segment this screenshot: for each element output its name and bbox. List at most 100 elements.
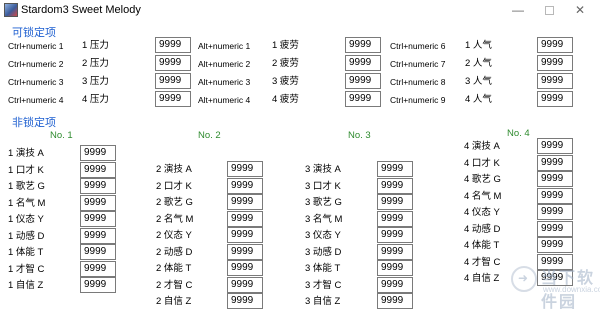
stat-label: 4 仪态 Y xyxy=(464,207,500,218)
minimize-button[interactable]: — xyxy=(503,0,533,20)
pressure-3-input[interactable]: 9999 xyxy=(155,73,191,89)
field-label: 1 疲劳 xyxy=(272,40,299,51)
char3-dynamism-input[interactable]: 9999 xyxy=(377,244,413,260)
stat-label: 3 演技 A xyxy=(305,164,341,175)
char2-talent-input[interactable]: 9999 xyxy=(227,277,263,293)
popularity-3-input[interactable]: 9999 xyxy=(537,73,573,89)
stat-label: 3 自信 Z xyxy=(305,296,341,307)
hotkey-label: Ctrl+numeric 7 xyxy=(390,59,446,69)
fatigue-2-input[interactable]: 9999 xyxy=(345,55,381,71)
popularity-2-input[interactable]: 9999 xyxy=(537,55,573,71)
stat-label: 1 演技 A xyxy=(8,148,44,159)
locked-section-title: 可锁定项 xyxy=(12,27,56,39)
char2-dynamism-input[interactable]: 9999 xyxy=(227,244,263,260)
field-label: 2 压力 xyxy=(82,58,109,69)
char2-acting-input[interactable]: 9999 xyxy=(227,161,263,177)
maximize-icon xyxy=(544,6,554,16)
stat-label: 4 口才 K xyxy=(464,158,500,169)
field-label: 1 人气 xyxy=(465,40,492,51)
char4-stamina-input[interactable]: 9999 xyxy=(537,237,573,253)
char3-fame-input[interactable]: 9999 xyxy=(377,211,413,227)
char3-manner-input[interactable]: 9999 xyxy=(377,227,413,243)
window-title: Stardom3 Sweet Melody xyxy=(21,4,141,16)
column-header: No. 1 xyxy=(50,130,73,141)
stat-label: 3 口才 K xyxy=(305,181,341,192)
fatigue-3-input[interactable]: 9999 xyxy=(345,73,381,89)
column-header: No. 4 xyxy=(507,128,530,139)
char3-acting-input[interactable]: 9999 xyxy=(377,161,413,177)
watermark-url: www.downxia.com xyxy=(543,285,600,294)
stat-label: 1 动感 D xyxy=(8,231,45,242)
hotkey-label: Ctrl+numeric 6 xyxy=(390,41,446,51)
fatigue-4-input[interactable]: 9999 xyxy=(345,91,381,107)
field-label: 3 人气 xyxy=(465,76,492,87)
stat-label: 3 仪态 Y xyxy=(305,230,341,241)
stat-label: 2 才智 C xyxy=(156,280,193,291)
stat-label: 2 仪态 Y xyxy=(156,230,192,241)
stat-label: 4 动感 D xyxy=(464,224,501,235)
char4-singing-input[interactable]: 9999 xyxy=(537,171,573,187)
maximize-button[interactable] xyxy=(534,0,564,20)
char1-singing-input[interactable]: 9999 xyxy=(80,178,116,194)
char2-stamina-input[interactable]: 9999 xyxy=(227,260,263,276)
stat-label: 3 动感 D xyxy=(305,247,342,258)
char3-talent-input[interactable]: 9999 xyxy=(377,277,413,293)
stat-label: 2 体能 T xyxy=(156,263,192,274)
char1-manner-input[interactable]: 9999 xyxy=(80,211,116,227)
popularity-1-input[interactable]: 9999 xyxy=(537,37,573,53)
stat-label: 2 口才 K xyxy=(156,181,192,192)
stat-label: 2 动感 D xyxy=(156,247,193,258)
char1-talent-input[interactable]: 9999 xyxy=(80,261,116,277)
char2-manner-input[interactable]: 9999 xyxy=(227,227,263,243)
hotkey-label: Ctrl+numeric 8 xyxy=(390,77,446,87)
char1-dynamism-input[interactable]: 9999 xyxy=(80,228,116,244)
field-label: 3 疲劳 xyxy=(272,76,299,87)
char3-singing-input[interactable]: 9999 xyxy=(377,194,413,210)
app-icon xyxy=(4,3,18,17)
stat-label: 4 自信 Z xyxy=(464,273,500,284)
popularity-4-input[interactable]: 9999 xyxy=(537,91,573,107)
hotkey-label: Alt+numeric 4 xyxy=(198,95,251,105)
hotkey-label: Alt+numeric 3 xyxy=(198,77,251,87)
pressure-2-input[interactable]: 9999 xyxy=(155,55,191,71)
hotkey-label: Ctrl+numeric 1 xyxy=(8,41,64,51)
stat-label: 4 演技 A xyxy=(464,141,500,152)
stat-label: 3 才智 C xyxy=(305,280,342,291)
stat-label: 1 自信 Z xyxy=(8,280,44,291)
char2-eloquence-input[interactable]: 9999 xyxy=(227,178,263,194)
hotkey-label: Ctrl+numeric 3 xyxy=(8,77,64,87)
char1-acting-input[interactable]: 9999 xyxy=(80,145,116,161)
stat-label: 1 歌艺 G xyxy=(8,181,45,192)
char3-confidence-input[interactable]: 9999 xyxy=(377,293,413,309)
stat-label: 3 体能 T xyxy=(305,263,341,274)
char3-stamina-input[interactable]: 9999 xyxy=(377,260,413,276)
field-label: 4 疲劳 xyxy=(272,94,299,105)
char1-stamina-input[interactable]: 9999 xyxy=(80,244,116,260)
char4-fame-input[interactable]: 9999 xyxy=(537,188,573,204)
pressure-4-input[interactable]: 9999 xyxy=(155,91,191,107)
stat-label: 4 体能 T xyxy=(464,240,500,251)
char1-confidence-input[interactable]: 9999 xyxy=(80,277,116,293)
char4-acting-input[interactable]: 9999 xyxy=(537,138,573,154)
pressure-1-input[interactable]: 9999 xyxy=(155,37,191,53)
hotkey-label: Ctrl+numeric 2 xyxy=(8,59,64,69)
stat-label: 1 体能 T xyxy=(8,247,44,258)
char2-confidence-input[interactable]: 9999 xyxy=(227,293,263,309)
close-button[interactable]: ✕ xyxy=(565,0,595,20)
fatigue-1-input[interactable]: 9999 xyxy=(345,37,381,53)
char2-fame-input[interactable]: 9999 xyxy=(227,211,263,227)
char2-singing-input[interactable]: 9999 xyxy=(227,194,263,210)
char1-eloquence-input[interactable]: 9999 xyxy=(80,162,116,178)
char1-fame-input[interactable]: 9999 xyxy=(80,195,116,211)
stat-label: 1 仪态 Y xyxy=(8,214,44,225)
char3-eloquence-input[interactable]: 9999 xyxy=(377,178,413,194)
column-header: No. 3 xyxy=(348,130,371,141)
stat-label: 4 名气 M xyxy=(464,191,502,202)
char4-eloquence-input[interactable]: 9999 xyxy=(537,155,573,171)
char4-dynamism-input[interactable]: 9999 xyxy=(537,221,573,237)
minimize-icon: — xyxy=(512,3,524,17)
field-label: 3 压力 xyxy=(82,76,109,87)
field-label: 4 人气 xyxy=(465,94,492,105)
char4-manner-input[interactable]: 9999 xyxy=(537,204,573,220)
unlocked-section-title: 非锁定项 xyxy=(12,117,56,129)
